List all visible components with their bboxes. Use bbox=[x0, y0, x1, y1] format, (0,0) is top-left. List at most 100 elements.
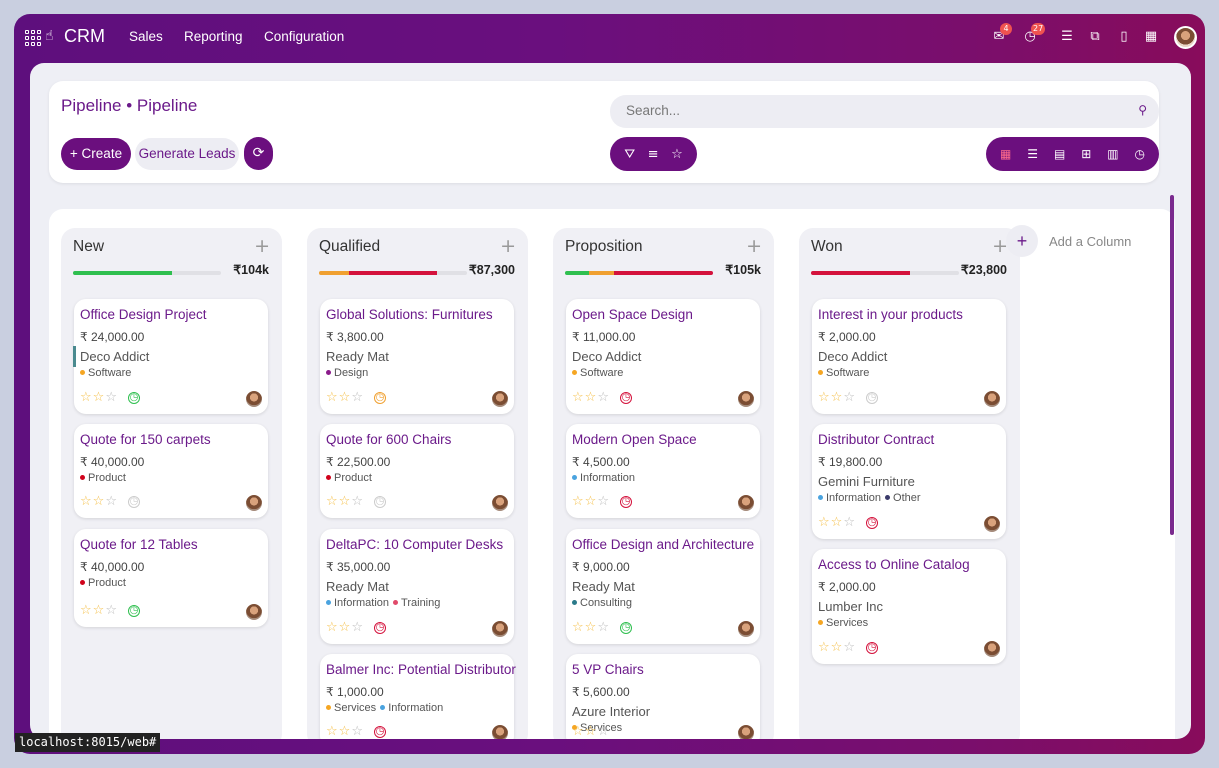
star-icon[interactable]: ☆ bbox=[818, 515, 831, 530]
priority-stars[interactable]: ☆☆☆ bbox=[572, 724, 610, 739]
quick-create-icon[interactable]: + bbox=[500, 235, 516, 257]
salesperson-avatar[interactable] bbox=[246, 391, 262, 407]
priority-stars[interactable]: ☆☆☆ bbox=[572, 390, 610, 405]
star-icon[interactable]: ☆ bbox=[105, 603, 118, 618]
card-title[interactable]: Distributor Contract bbox=[818, 432, 934, 447]
star-icon[interactable]: ☆ bbox=[572, 724, 585, 739]
star-icon[interactable]: ☆ bbox=[585, 620, 598, 635]
priority-stars[interactable]: ☆☆☆ bbox=[572, 620, 610, 635]
star-icon[interactable]: ☆ bbox=[93, 494, 106, 509]
salesperson-avatar[interactable] bbox=[984, 641, 1000, 657]
priority-stars[interactable]: ☆☆☆ bbox=[572, 494, 610, 509]
star-icon[interactable]: ☆ bbox=[818, 390, 831, 405]
progress-segment[interactable] bbox=[613, 271, 713, 275]
pivot-view-icon[interactable]: ⊞ bbox=[1081, 147, 1091, 161]
star-icon[interactable]: ☆ bbox=[831, 640, 844, 655]
breadcrumb[interactable]: Pipeline • Pipeline bbox=[61, 96, 197, 116]
priority-stars[interactable]: ☆☆☆ bbox=[818, 515, 856, 530]
salesperson-avatar[interactable] bbox=[984, 516, 1000, 532]
star-icon[interactable]: ☆ bbox=[585, 390, 598, 405]
bookmark-icon[interactable]: ▯ bbox=[1116, 29, 1132, 45]
activity-clock-icon[interactable]: ◷ bbox=[128, 392, 140, 404]
app-brand[interactable]: CRM bbox=[64, 26, 105, 47]
activity-clock-icon[interactable]: ◷ bbox=[866, 642, 878, 654]
activity-clock-icon[interactable]: ◷ bbox=[374, 622, 386, 634]
menu-sales[interactable]: Sales bbox=[129, 29, 163, 44]
priority-stars[interactable]: ☆☆☆ bbox=[818, 390, 856, 405]
activity-clock-icon[interactable]: ◷ bbox=[374, 496, 386, 508]
salesperson-avatar[interactable] bbox=[492, 391, 508, 407]
salesperson-avatar[interactable] bbox=[738, 495, 754, 511]
star-icon[interactable]: ☆ bbox=[818, 640, 831, 655]
salesperson-avatar[interactable] bbox=[246, 604, 262, 620]
column-progress-bar[interactable] bbox=[73, 271, 221, 275]
opportunity-card[interactable]: Access to Online Catalog ₹ 2,000.00 Lumber… bbox=[812, 549, 1006, 664]
star-icon[interactable]: ☆ bbox=[572, 390, 585, 405]
generate-leads-button[interactable]: Generate Leads bbox=[135, 138, 239, 170]
apps-menu-icon[interactable] bbox=[25, 30, 41, 46]
priority-stars[interactable]: ☆☆☆ bbox=[80, 390, 118, 405]
activity-clock-icon[interactable]: ◷ bbox=[374, 392, 386, 404]
board-scrollbar[interactable] bbox=[1170, 195, 1174, 535]
activity-clock-icon[interactable]: ◷ bbox=[128, 496, 140, 508]
star-icon[interactable]: ☆ bbox=[326, 620, 339, 635]
progress-segment[interactable] bbox=[588, 271, 614, 275]
opportunity-card[interactable]: Quote for 150 carpets ₹ 40,000.00 Product ☆… bbox=[74, 424, 268, 518]
card-title[interactable]: Modern Open Space bbox=[572, 432, 697, 447]
priority-stars[interactable]: ☆☆☆ bbox=[326, 620, 364, 635]
activity-clock-icon[interactable]: ◷ bbox=[866, 517, 878, 529]
priority-stars[interactable]: ☆☆☆ bbox=[326, 390, 364, 405]
favorites-icon[interactable]: ☆ bbox=[671, 147, 683, 162]
star-icon[interactable]: ☆ bbox=[351, 390, 364, 405]
star-icon[interactable]: ☆ bbox=[339, 390, 352, 405]
salesperson-avatar[interactable] bbox=[492, 495, 508, 511]
progress-segment[interactable] bbox=[319, 271, 349, 275]
star-icon[interactable]: ☆ bbox=[80, 390, 93, 405]
calculator-icon[interactable]: ▦ bbox=[1143, 29, 1159, 45]
opportunity-card[interactable]: 5 VP Chairs ₹ 5,600.00 Azure Interior Servi… bbox=[566, 654, 760, 739]
progress-segment[interactable] bbox=[73, 271, 173, 275]
opportunity-card[interactable]: Balmer Inc: Potential Distributor ₹ 1,000… bbox=[320, 654, 516, 739]
priority-stars[interactable]: ☆☆☆ bbox=[326, 494, 364, 509]
create-button[interactable]: + Create bbox=[61, 138, 131, 170]
opportunity-card[interactable]: Distributor Contract ₹ 19,800.00 Gemini Fu… bbox=[812, 424, 1006, 539]
activity-view-icon[interactable]: ◷ bbox=[1135, 147, 1145, 161]
opportunity-card[interactable]: Quote for 600 Chairs ₹ 22,500.00 Product ☆☆… bbox=[320, 424, 514, 518]
card-title[interactable]: DeltaPC: 10 Computer Desks bbox=[326, 537, 503, 552]
opportunity-card[interactable]: Quote for 12 Tables ₹ 40,000.00 Product ☆☆☆… bbox=[74, 529, 268, 627]
star-icon[interactable]: ☆ bbox=[326, 724, 339, 739]
star-icon[interactable]: ☆ bbox=[843, 390, 856, 405]
opportunity-card[interactable]: Modern Open Space ₹ 4,500.00 Information ☆☆… bbox=[566, 424, 760, 518]
opportunity-card[interactable]: DeltaPC: 10 Computer Desks ₹ 35,000.00 Rea… bbox=[320, 529, 514, 644]
menu-reporting[interactable]: Reporting bbox=[184, 29, 243, 44]
messages-icon[interactable]: ✉ 4 bbox=[991, 23, 1012, 45]
star-icon[interactable]: ☆ bbox=[597, 724, 610, 739]
quick-create-icon[interactable]: + bbox=[254, 235, 270, 257]
activity-clock-icon[interactable]: ◷ bbox=[128, 605, 140, 617]
user-avatar[interactable] bbox=[1174, 26, 1197, 49]
activity-clock-icon[interactable]: ◷ bbox=[866, 392, 878, 404]
opportunity-card[interactable]: Office Design and Architecture ₹ 9,000.00… bbox=[566, 529, 760, 644]
star-icon[interactable]: ☆ bbox=[339, 620, 352, 635]
card-title[interactable]: Quote for 600 Chairs bbox=[326, 432, 451, 447]
priority-stars[interactable]: ☆☆☆ bbox=[80, 494, 118, 509]
opportunity-card[interactable]: Interest in your products ₹ 2,000.00 Deco … bbox=[812, 299, 1006, 414]
opportunity-card[interactable]: Office Design Project ₹ 24,000.00 Deco Add… bbox=[73, 299, 268, 414]
card-title[interactable]: 5 VP Chairs bbox=[572, 662, 644, 677]
activity-clock-icon[interactable]: ◷ bbox=[620, 392, 632, 404]
filter-icon[interactable]: ⛛ bbox=[624, 147, 635, 162]
star-icon[interactable]: ☆ bbox=[831, 390, 844, 405]
star-icon[interactable]: ☆ bbox=[843, 515, 856, 530]
add-column-button[interactable]: + Add a Column bbox=[1006, 225, 1131, 257]
refresh-icon[interactable]: ⟳ bbox=[244, 137, 273, 170]
salesperson-avatar[interactable] bbox=[738, 621, 754, 637]
card-title[interactable]: Interest in your products bbox=[818, 307, 963, 322]
menu-configuration[interactable]: Configuration bbox=[264, 29, 344, 44]
progress-segment[interactable] bbox=[565, 271, 589, 275]
language-icon[interactable]: ⧉ bbox=[1087, 29, 1103, 45]
column-progress-bar[interactable] bbox=[565, 271, 713, 275]
search-input[interactable]: Search... ⚲ bbox=[610, 95, 1159, 128]
priority-stars[interactable]: ☆☆☆ bbox=[818, 640, 856, 655]
search-icon[interactable]: ⚲ bbox=[1138, 103, 1147, 117]
salesperson-avatar[interactable] bbox=[738, 725, 754, 739]
